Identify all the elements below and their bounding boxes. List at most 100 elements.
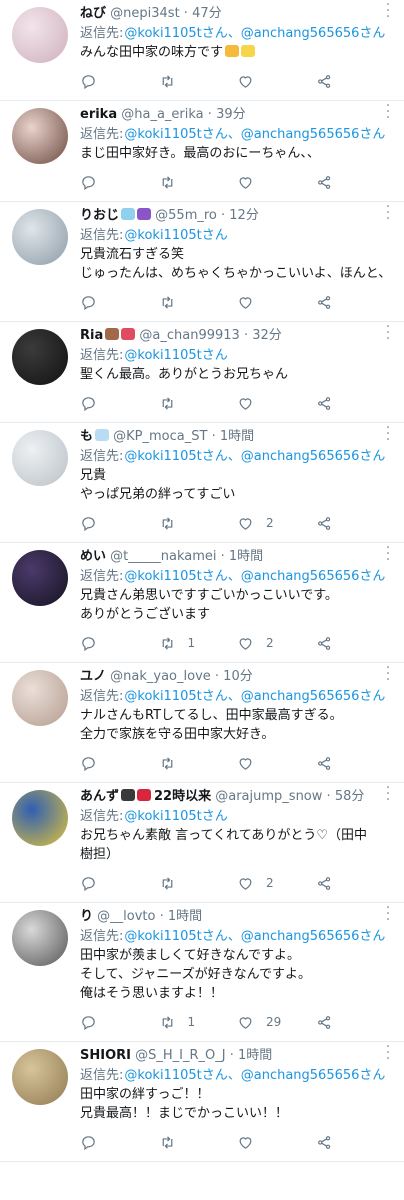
reply-button[interactable] xyxy=(80,635,159,652)
timestamp[interactable]: 1時間 xyxy=(229,549,263,564)
like-button[interactable]: 2 xyxy=(237,515,316,532)
like-button[interactable] xyxy=(237,294,316,311)
reply-button[interactable] xyxy=(80,515,159,532)
share-button[interactable] xyxy=(316,515,395,532)
display-name[interactable]: SHIORI xyxy=(80,1048,131,1063)
share-button[interactable] xyxy=(316,1134,395,1151)
avatar[interactable] xyxy=(12,430,68,486)
reply-button[interactable] xyxy=(80,294,159,311)
display-name[interactable]: ねび xyxy=(80,6,106,21)
reply-button[interactable] xyxy=(80,875,159,892)
mention-link[interactable]: @koki1105tさん、 xyxy=(124,127,240,142)
handle[interactable]: @55m_ro xyxy=(155,208,217,223)
display-name[interactable]: りおじ xyxy=(80,208,119,223)
like-button[interactable]: 2 xyxy=(237,635,316,652)
handle[interactable]: @nepi34st xyxy=(110,6,180,21)
avatar[interactable] xyxy=(12,790,68,846)
timestamp[interactable]: 47分 xyxy=(192,6,222,21)
tweet[interactable]: りおじ @55m_ro · 12分 返信先:@koki1105tさん 兄貴流石すぎる… xyxy=(0,202,404,322)
timestamp[interactable]: 32分 xyxy=(252,328,282,343)
timestamp[interactable]: 10分 xyxy=(223,669,253,684)
timestamp[interactable]: 58分 xyxy=(335,789,365,804)
mention-link[interactable]: @anchang565656さん xyxy=(241,127,386,142)
retweet-button[interactable] xyxy=(159,755,238,772)
like-button[interactable]: 2 xyxy=(237,875,316,892)
like-button[interactable] xyxy=(237,73,316,90)
share-button[interactable] xyxy=(316,294,395,311)
more-options-icon[interactable]: · · · xyxy=(382,1042,394,1066)
handle[interactable]: @nak_yao_love xyxy=(110,669,211,684)
retweet-button[interactable] xyxy=(159,515,238,532)
share-button[interactable] xyxy=(316,174,395,191)
handle[interactable]: @t_____nakamei xyxy=(110,549,216,564)
handle[interactable]: @KP_moca_ST xyxy=(113,429,207,444)
more-options-icon[interactable]: · · · xyxy=(382,543,394,567)
like-button[interactable] xyxy=(237,755,316,772)
share-button[interactable] xyxy=(316,875,395,892)
mention-link[interactable]: @anchang565656さん xyxy=(241,689,386,704)
display-name[interactable]: も xyxy=(80,429,93,444)
avatar[interactable] xyxy=(12,329,68,385)
mention-link[interactable]: @koki1105tさん、 xyxy=(124,929,240,944)
retweet-button[interactable] xyxy=(159,294,238,311)
tweet[interactable]: めい @t_____nakamei · 1時間 返信先:@koki1105tさん、… xyxy=(0,543,404,663)
more-options-icon[interactable]: · · · xyxy=(382,101,394,125)
tweet[interactable]: も @KP_moca_ST · 1時間 返信先:@koki1105tさん、@anc… xyxy=(0,423,404,543)
mention-link[interactable]: @koki1105tさん、 xyxy=(124,689,240,704)
display-name[interactable]: めい xyxy=(80,549,106,564)
handle[interactable]: @a_chan99913 xyxy=(139,328,239,343)
avatar[interactable] xyxy=(12,1049,68,1105)
share-button[interactable] xyxy=(316,73,395,90)
like-button[interactable] xyxy=(237,174,316,191)
tweet[interactable]: erika @ha_a_erika · 39分 返信先:@koki1105tさん、… xyxy=(0,101,404,202)
like-button[interactable] xyxy=(237,395,316,412)
display-name[interactable]: あんず xyxy=(80,789,119,804)
mention-link[interactable]: @koki1105tさん、 xyxy=(124,449,240,464)
tweet[interactable]: あんず 22時以来 @arajump_snow · 58分 返信先:@koki110… xyxy=(0,783,404,903)
more-options-icon[interactable]: · · · xyxy=(382,202,394,226)
avatar[interactable] xyxy=(12,910,68,966)
tweet[interactable]: ユノ @nak_yao_love · 10分 返信先:@koki1105tさん、@… xyxy=(0,663,404,783)
avatar[interactable] xyxy=(12,108,68,164)
mention-link[interactable]: @koki1105tさん、 xyxy=(124,1068,240,1083)
mention-link[interactable]: @koki1105tさん xyxy=(124,348,227,363)
mention-link[interactable]: @koki1105tさん xyxy=(124,809,227,824)
retweet-button[interactable] xyxy=(159,875,238,892)
mention-link[interactable]: @anchang565656さん xyxy=(241,1068,386,1083)
mention-link[interactable]: @anchang565656さん xyxy=(241,569,386,584)
avatar[interactable] xyxy=(12,7,68,63)
share-button[interactable] xyxy=(316,755,395,772)
display-name[interactable]: ユノ xyxy=(80,669,106,684)
timestamp[interactable]: 1時間 xyxy=(220,429,254,444)
more-options-icon[interactable]: · · · xyxy=(382,423,394,447)
retweet-button[interactable] xyxy=(159,1134,238,1151)
like-button[interactable] xyxy=(237,1134,316,1151)
tweet[interactable]: SHIORI @S_H_I_R_O_J · 1時間 返信先:@koki1105tさ… xyxy=(0,1042,404,1162)
display-name[interactable]: Ria xyxy=(80,328,103,343)
retweet-button[interactable] xyxy=(159,395,238,412)
retweet-button[interactable]: 1 xyxy=(159,635,238,652)
tweet[interactable]: ねび @nepi34st · 47分 返信先:@koki1105tさん、@anch… xyxy=(0,0,404,101)
reply-button[interactable] xyxy=(80,395,159,412)
tweet[interactable]: Ria @a_chan99913 · 32分 返信先:@koki1105tさん 聖く… xyxy=(0,322,404,423)
timestamp[interactable]: 1時間 xyxy=(168,909,202,924)
mention-link[interactable]: @koki1105tさん、 xyxy=(124,26,240,41)
reply-button[interactable] xyxy=(80,755,159,772)
handle[interactable]: @ha_a_erika xyxy=(121,107,203,122)
mention-link[interactable]: @anchang565656さん xyxy=(241,449,386,464)
like-button[interactable]: 29 xyxy=(237,1014,316,1031)
reply-button[interactable] xyxy=(80,1014,159,1031)
retweet-button[interactable] xyxy=(159,73,238,90)
avatar[interactable] xyxy=(12,209,68,265)
mention-link[interactable]: @koki1105tさん、 xyxy=(124,569,240,584)
avatar[interactable] xyxy=(12,550,68,606)
more-options-icon[interactable]: · · · xyxy=(382,783,394,807)
handle[interactable]: @S_H_I_R_O_J xyxy=(135,1048,225,1063)
timestamp[interactable]: 39分 xyxy=(216,107,246,122)
share-button[interactable] xyxy=(316,635,395,652)
handle[interactable]: @__lovto xyxy=(97,909,155,924)
avatar[interactable] xyxy=(12,670,68,726)
more-options-icon[interactable]: · · · xyxy=(382,0,394,24)
reply-button[interactable] xyxy=(80,174,159,191)
reply-feed[interactable]: ねび @nepi34st · 47分 返信先:@koki1105tさん、@anch… xyxy=(0,0,404,1200)
